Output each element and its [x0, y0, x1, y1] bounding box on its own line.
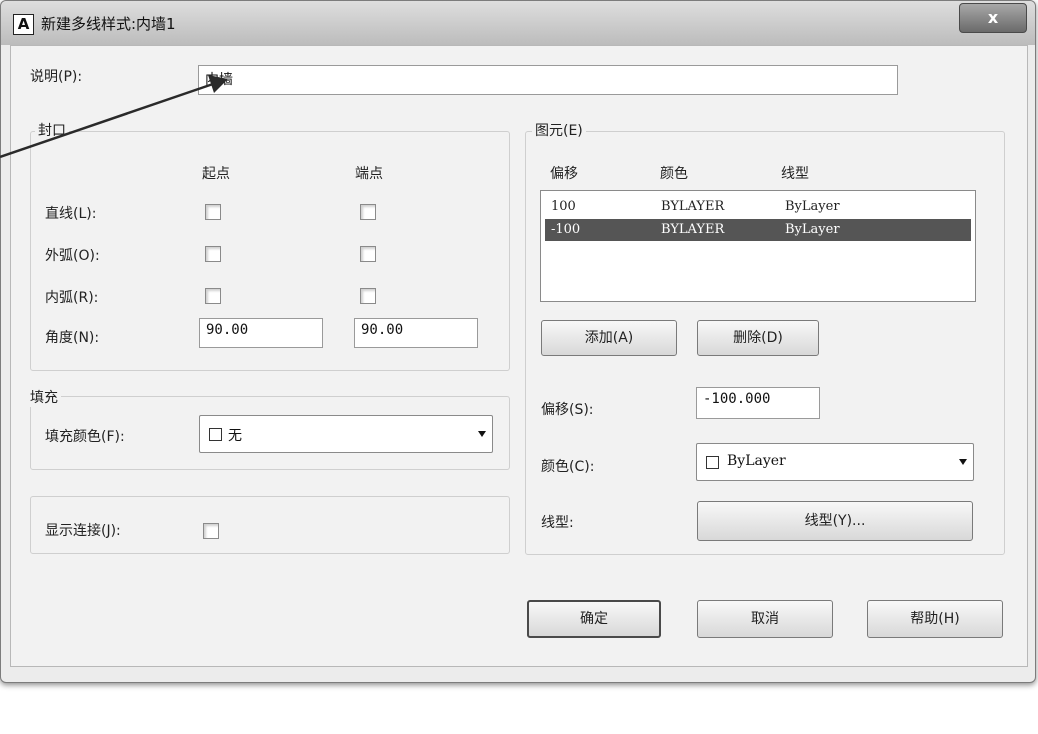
- annotation-arrow-icon: [0, 75, 228, 159]
